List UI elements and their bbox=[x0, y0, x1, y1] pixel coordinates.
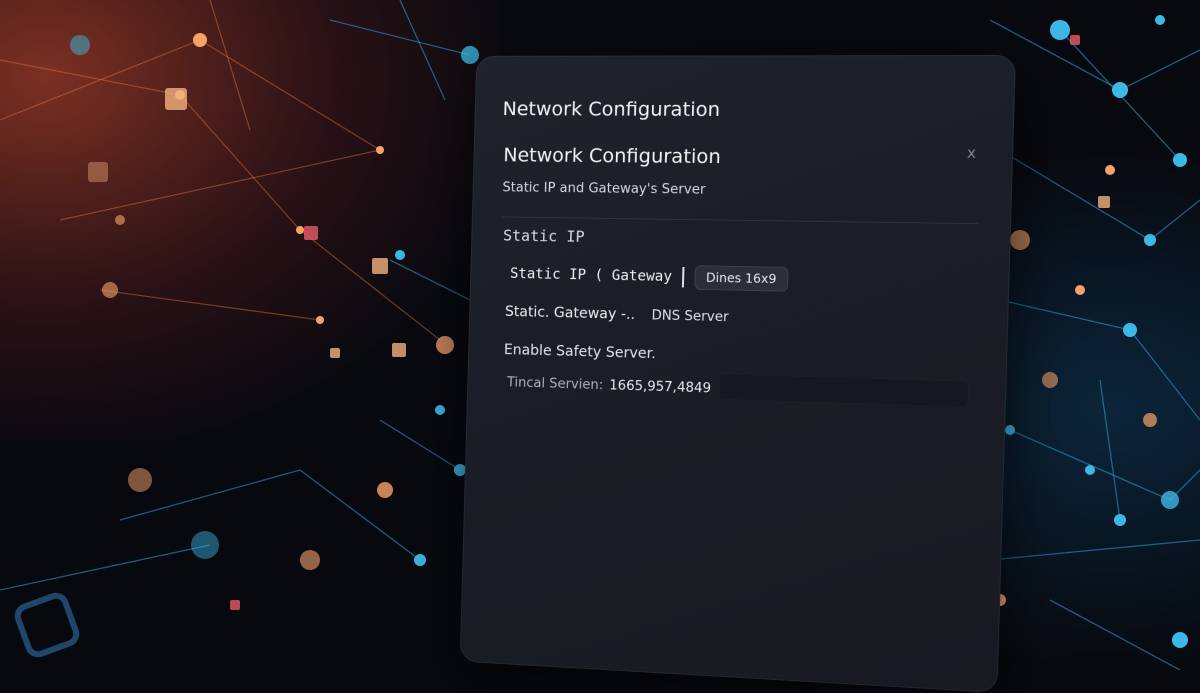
dns-chip-button[interactable]: Dines 16x9 bbox=[694, 265, 788, 291]
header-divider bbox=[502, 216, 979, 224]
dialog-subtitle: Static IP and Gateway's Server bbox=[502, 180, 705, 197]
close-icon[interactable]: x bbox=[967, 145, 977, 162]
dialog-title: Network Configuration bbox=[503, 144, 721, 168]
section-label-static-ip: Static IP bbox=[503, 226, 585, 245]
text-cursor-separator bbox=[682, 267, 685, 287]
dns-server-label: DNS Server bbox=[651, 308, 729, 325]
window-title: Network Configuration bbox=[502, 98, 720, 121]
tincal-server-row: Tincal Servien: 1665,957,4849 bbox=[507, 375, 711, 396]
gateway-row: Static. Gateway -.. DNS Server bbox=[505, 304, 729, 325]
tincal-server-value: 1665,957,4849 bbox=[609, 378, 711, 396]
static-ip-row: Static IP ( Gateway Dines 16x9 bbox=[510, 262, 789, 292]
static-gateway-label: Static. Gateway -.. bbox=[505, 304, 636, 323]
enable-safety-server-option[interactable]: Enable Safety Server. bbox=[504, 342, 656, 362]
network-configuration-dialog: Network Configuration Network Configurat… bbox=[460, 55, 1016, 693]
static-ip-gateway-label: Static IP ( Gateway bbox=[510, 266, 672, 285]
tincal-server-label: Tincal Servien: bbox=[507, 375, 604, 393]
tincal-server-input[interactable] bbox=[718, 373, 969, 408]
